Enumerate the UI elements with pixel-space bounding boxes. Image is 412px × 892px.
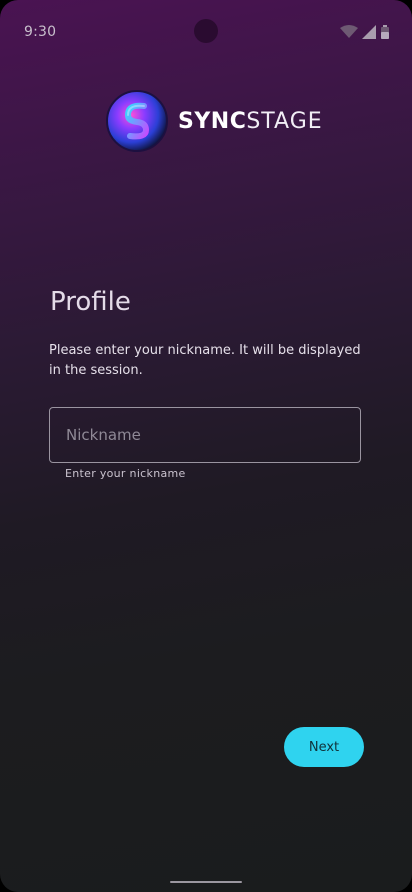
status-icons	[340, 25, 390, 39]
nickname-field[interactable]	[49, 407, 361, 463]
status-bar: 9:30	[0, 0, 412, 62]
nickname-input[interactable]	[50, 408, 360, 462]
next-button[interactable]: Next	[284, 727, 364, 767]
page-title: Profile	[50, 287, 131, 317]
phone-screen: 9:30 SYNC STAGE Profile Please enter you…	[0, 0, 412, 892]
signal-icon	[362, 25, 376, 39]
syncstage-logo-icon	[106, 90, 168, 152]
nickname-helper-text: Enter your nickname	[65, 467, 186, 480]
app-logo: SYNC STAGE	[106, 90, 323, 152]
logo-text-sync: SYNC	[178, 108, 247, 134]
home-indicator[interactable]	[170, 881, 242, 883]
wifi-icon	[340, 25, 358, 38]
logo-text-stage: STAGE	[246, 108, 323, 134]
page-description: Please enter your nickname. It will be d…	[49, 343, 361, 378]
battery-icon	[381, 25, 389, 39]
camera-cutout	[194, 19, 218, 43]
logo-wordmark: SYNC STAGE	[178, 109, 323, 134]
status-time: 9:30	[24, 24, 57, 40]
